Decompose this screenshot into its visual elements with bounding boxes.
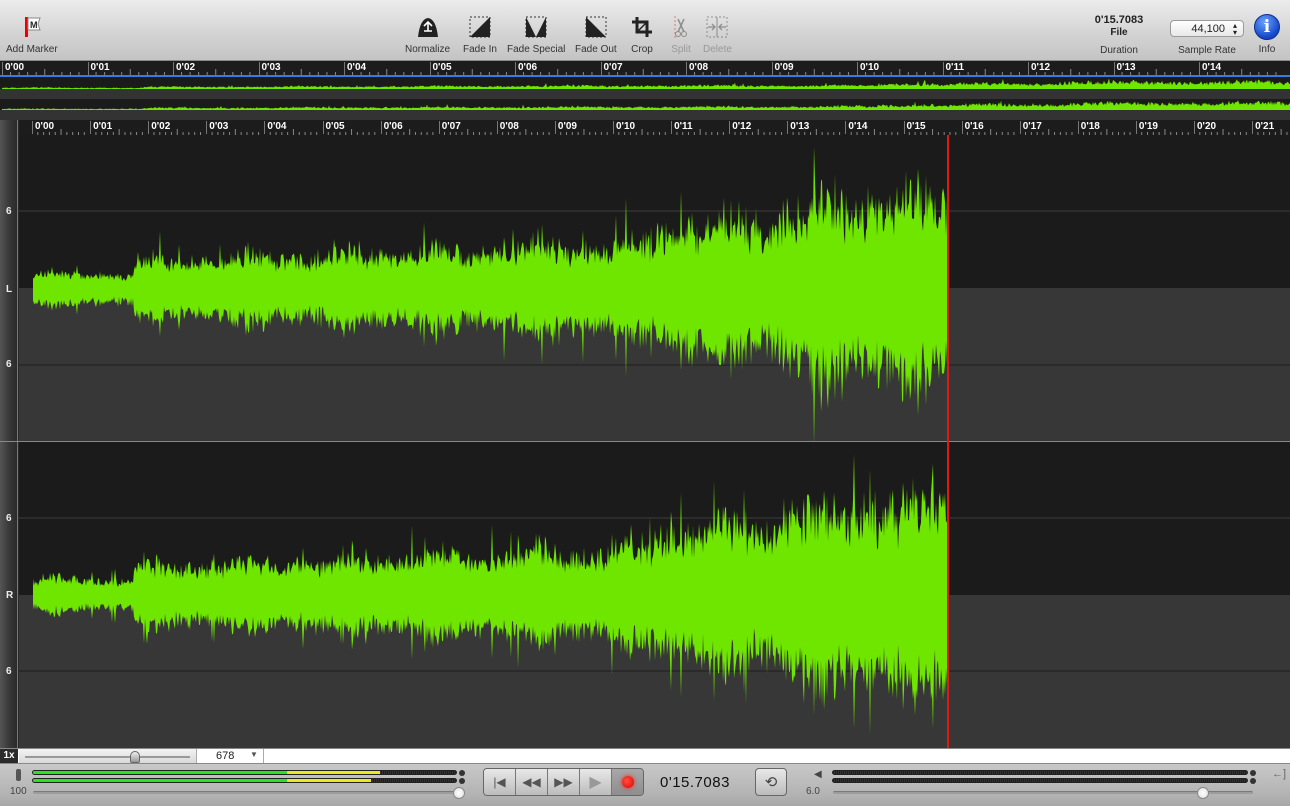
loop-button[interactable]: ⟲: [755, 768, 787, 796]
right-channel-label: R: [6, 590, 14, 601]
overview-lane-left: [0, 78, 1290, 100]
overview-waveform[interactable]: [0, 75, 1290, 120]
sample-rate-control: 44,100 ▴ ▾ Sample Rate: [1170, 20, 1244, 56]
rewind-button[interactable]: ◀◀: [516, 769, 548, 795]
duration-time: 0'15.7083: [1094, 14, 1144, 26]
play-button[interactable]: ▶: [580, 769, 612, 795]
normalize-icon: [415, 14, 441, 40]
delete-button[interactable]: Delete: [703, 14, 732, 55]
amplitude-scale: 6 L 6 6 R 6: [0, 120, 18, 748]
left-channel-track[interactable]: [19, 135, 1290, 441]
zoom-value: 678: [216, 750, 235, 762]
duration-label: Duration: [1100, 45, 1138, 56]
right-scale-bottom: 6: [6, 666, 12, 677]
left-channel-waveform: [33, 146, 947, 441]
waveform-shape: [33, 454, 947, 735]
input-meter-left: [32, 770, 457, 775]
fade-out-label: Fade Out: [575, 44, 617, 55]
delete-label: Delete: [703, 44, 732, 55]
clip-indicator[interactable]: [459, 770, 465, 776]
left-scale-bottom: 6: [6, 359, 12, 370]
playhead[interactable]: [947, 135, 949, 748]
scissors-icon: [668, 14, 694, 40]
time-display: 0'15.7083: [660, 774, 730, 791]
fast-forward-button[interactable]: ▶▶: [548, 769, 580, 795]
output-meter-right: [832, 778, 1248, 783]
zoom-slider-thumb[interactable]: [130, 751, 140, 763]
clip-indicator[interactable]: [1250, 778, 1256, 784]
input-level-label: 100: [10, 786, 27, 797]
zoom-value-dropdown[interactable]: 678 ▼: [198, 749, 264, 764]
overview-timeline-ruler[interactable]: 0'00 0'01 0'02 0'03 0'04 0'05 0'06 0'07 0'08 0'09…: [0, 61, 1290, 75]
output-volume-slider[interactable]: [833, 787, 1253, 799]
sample-rate-value: 44,100: [1191, 22, 1225, 35]
rewind-icon: ◀◀: [522, 775, 541, 789]
fade-special-button[interactable]: Fade Special: [507, 14, 565, 55]
updown-arrows-icon: ▴ ▾: [1232, 20, 1237, 37]
duration-source: File: [1110, 27, 1128, 38]
transport-controls: |◀ ◀◀ ▶▶ ▶: [483, 768, 644, 796]
export-icon[interactable]: ←]: [1272, 768, 1286, 780]
split-button[interactable]: Split: [668, 14, 694, 55]
microphone-icon: [16, 769, 21, 781]
right-scale-top: 6: [6, 513, 12, 524]
skip-to-start-button[interactable]: |◀: [484, 769, 516, 795]
normalize-label: Normalize: [405, 44, 451, 55]
left-channel-label: L: [6, 284, 13, 295]
info-label: Info: [1258, 44, 1276, 55]
fade-out-button[interactable]: Fade Out: [575, 14, 617, 55]
sample-rate-select[interactable]: 44,100 ▴ ▾: [1170, 20, 1244, 37]
zoom-reset-button[interactable]: 1x: [0, 749, 18, 764]
fade-in-icon: [467, 14, 493, 40]
chevron-down-icon: ▼: [250, 750, 258, 759]
fade-in-label: Fade In: [463, 44, 497, 55]
fast-forward-icon: ▶▶: [554, 775, 573, 789]
record-button[interactable]: [612, 769, 643, 795]
crop-icon: [629, 14, 655, 40]
sample-rate-label: Sample Rate: [1178, 45, 1236, 56]
crop-label: Crop: [631, 44, 653, 55]
skip-start-icon: |◀: [493, 775, 506, 789]
toolbar: M Add Marker Normalize Fade In Fade Spec…: [0, 0, 1290, 61]
zoom-slider[interactable]: [19, 749, 197, 764]
crop-button[interactable]: Crop: [629, 14, 655, 55]
record-icon: [621, 776, 634, 788]
waveform-shape: [33, 146, 947, 441]
add-marker-label: Add Marker: [6, 44, 58, 55]
output-level-label: 6.0: [806, 786, 820, 797]
svg-text:M: M: [30, 20, 38, 30]
transport-bar: 100 |◀ ◀◀ ▶▶ ▶ 0'15.7083 ⟲ ◀ 6.0 ←]: [0, 763, 1290, 806]
loop-icon: ⟲: [764, 774, 778, 791]
right-channel-waveform: [33, 454, 947, 735]
fade-special-label: Fade Special: [507, 44, 566, 55]
fade-out-icon: [583, 14, 609, 40]
split-label: Split: [671, 44, 691, 55]
marker-flag-icon: M: [19, 14, 45, 40]
normalize-button[interactable]: Normalize: [405, 14, 450, 55]
input-volume-knob[interactable]: [453, 787, 465, 799]
input-volume-slider[interactable]: [33, 787, 465, 799]
output-meter-left: [832, 770, 1248, 775]
output-volume-knob[interactable]: [1196, 787, 1209, 799]
delete-icon: [704, 14, 730, 40]
clip-indicator[interactable]: [459, 778, 465, 784]
info-button[interactable]: i Info: [1254, 14, 1280, 55]
add-marker-button[interactable]: M Add Marker: [6, 14, 58, 55]
zoom-bar: 1x 678 ▼: [0, 748, 1290, 764]
duration-display: 0'15.7083 File Duration: [1088, 14, 1150, 56]
left-scale-top: 6: [6, 206, 12, 217]
speaker-icon: ◀: [814, 769, 822, 780]
editor-timeline-ruler[interactable]: 0'00 0'01 0'02 0'03 0'04 0'05 0'06 0'07 0'08 0'09…: [19, 120, 1290, 135]
input-meter-right: [32, 778, 457, 783]
right-channel-track[interactable]: [19, 442, 1290, 748]
overview-lane-right: [0, 100, 1290, 120]
clip-indicator[interactable]: [1250, 770, 1256, 776]
audio-editor-window: M Add Marker Normalize Fade In Fade Spec…: [0, 0, 1290, 806]
info-icon: i: [1254, 14, 1280, 40]
play-icon: ▶: [589, 774, 602, 791]
fade-special-icon: [523, 14, 549, 40]
fade-in-button[interactable]: Fade In: [463, 14, 497, 55]
